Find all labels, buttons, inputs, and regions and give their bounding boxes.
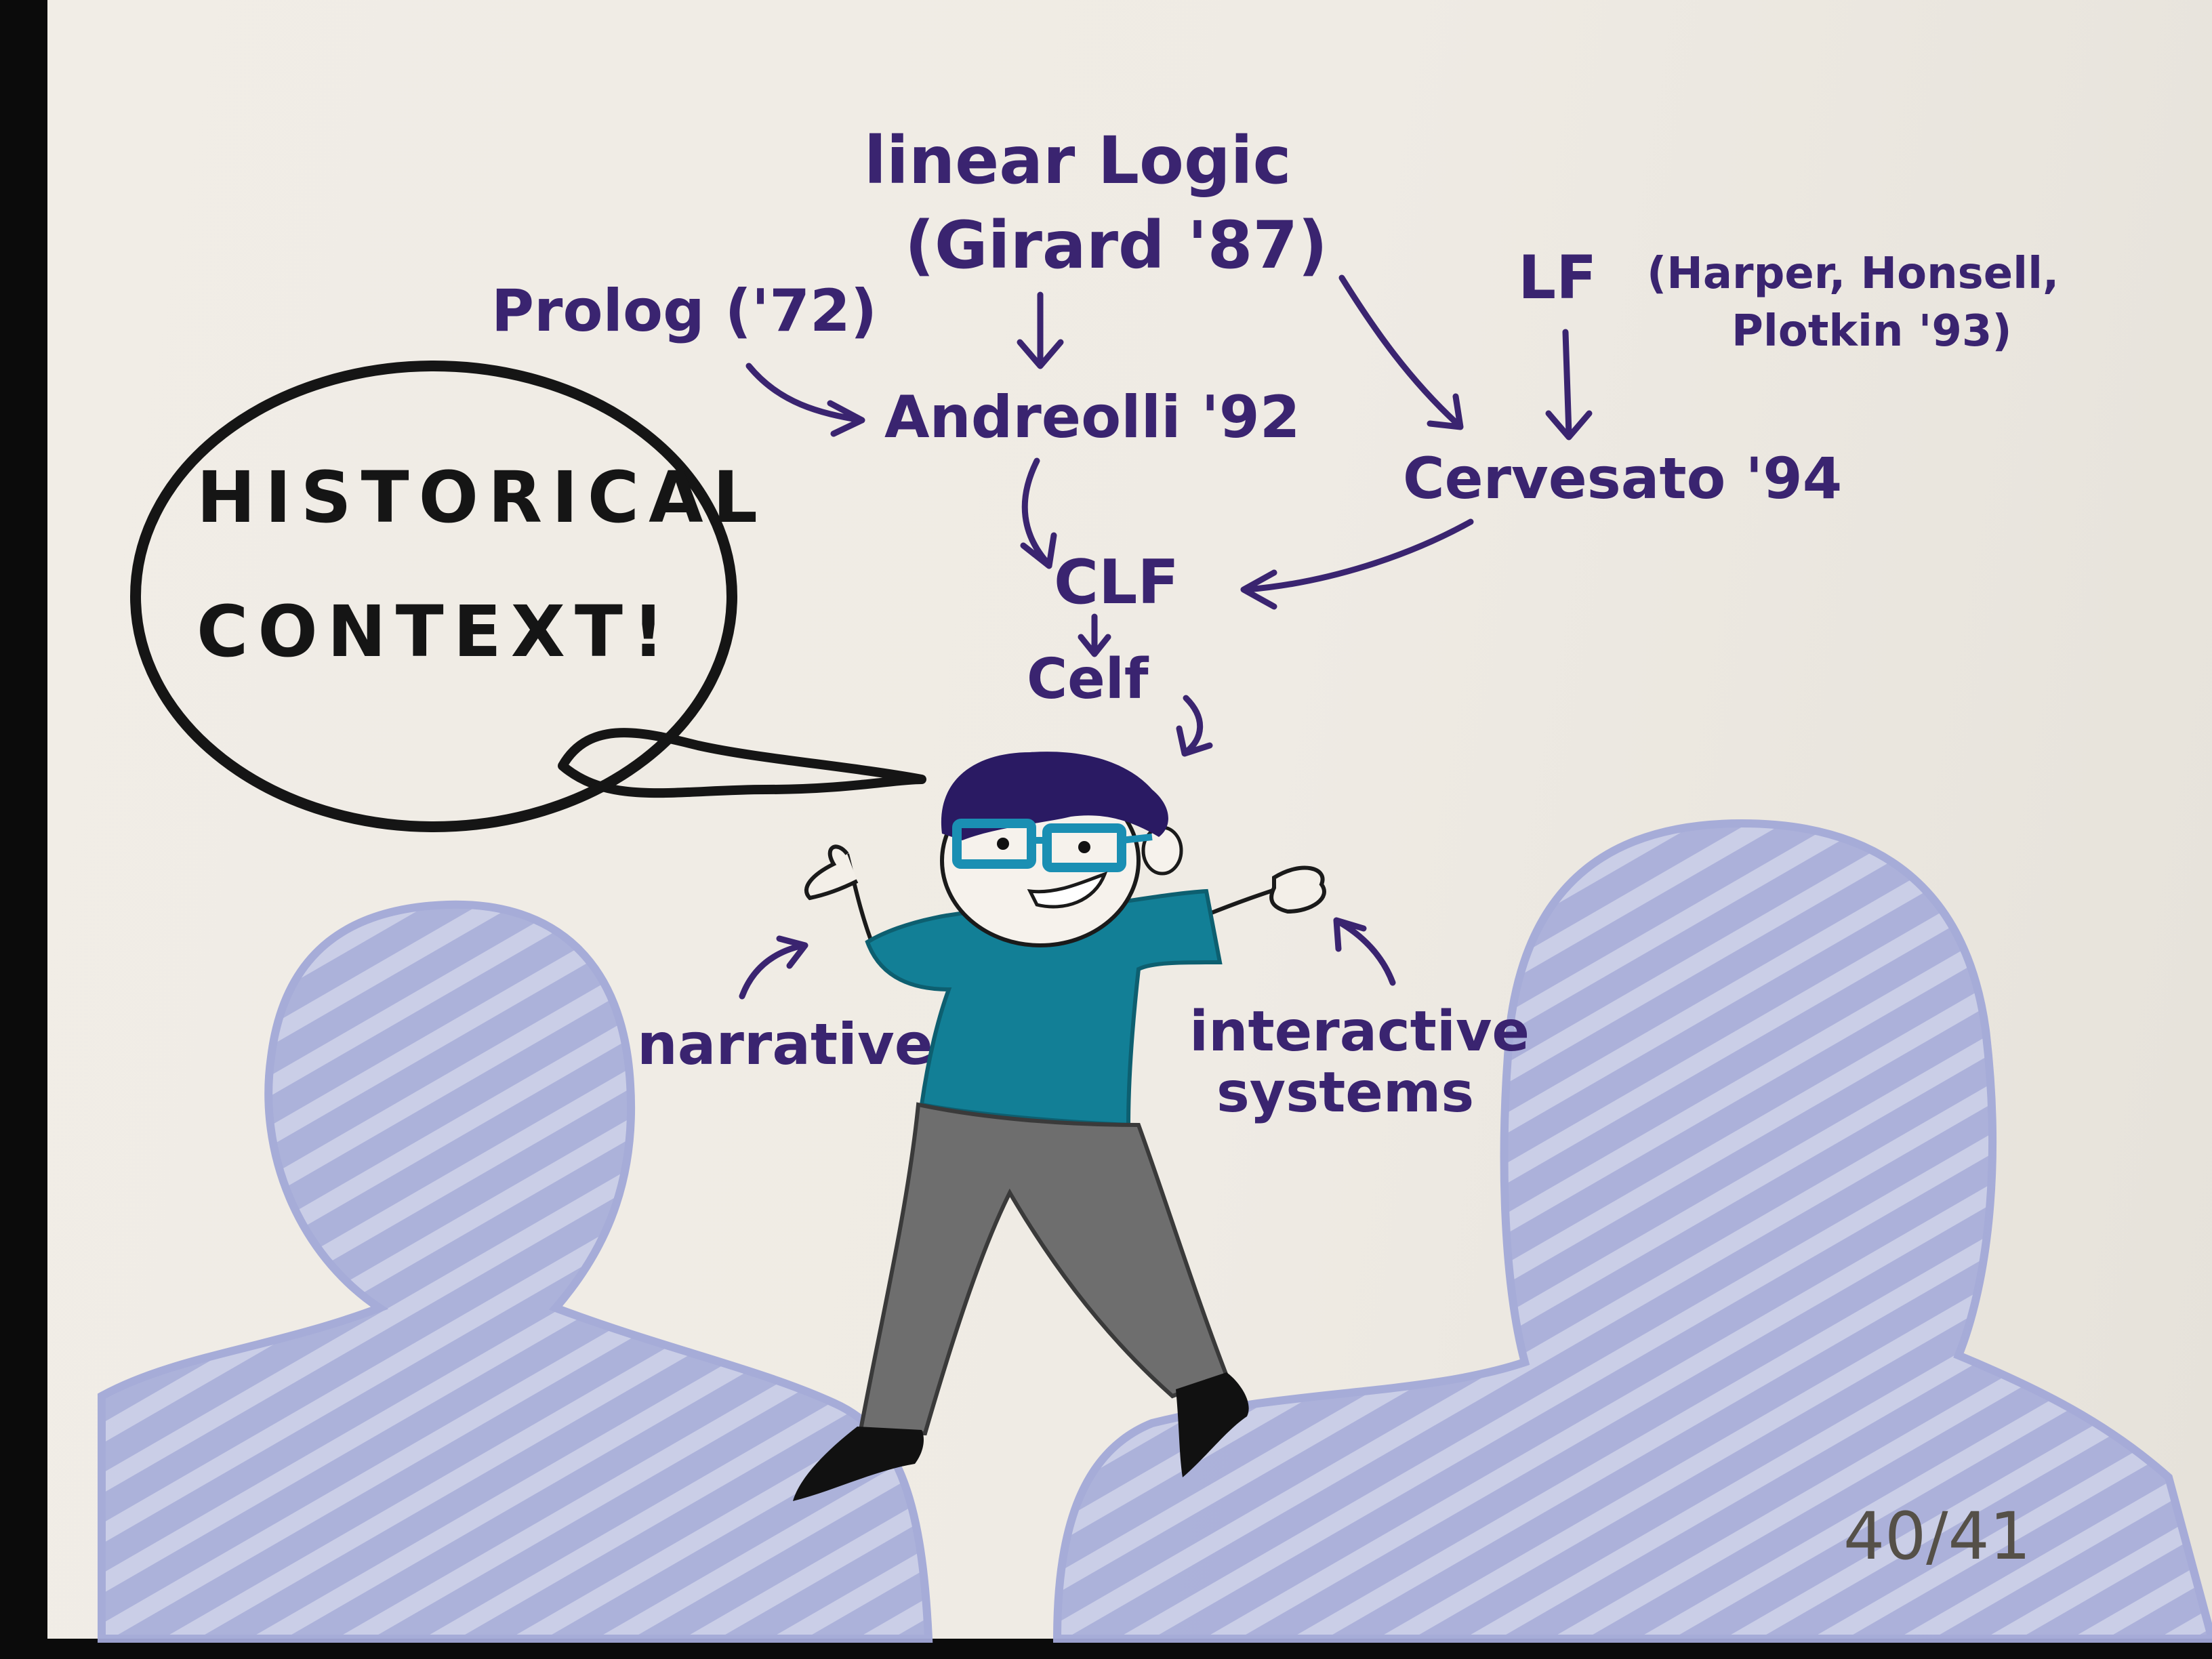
node-lf-authors-line1: (Harper, Honsell, xyxy=(1647,249,2059,299)
arrow-narrative xyxy=(739,935,808,1000)
arrow-girard-to-andreolli xyxy=(1017,291,1064,369)
node-prolog: Prolog ('72) xyxy=(491,277,877,345)
arrow-andreolli-to-clf xyxy=(1020,457,1057,569)
arrow-cervesato-to-clf xyxy=(1240,518,1474,610)
label-interactive: interactive xyxy=(1189,1000,1530,1064)
speech-bubble: HISTORICAL CONTEXT! xyxy=(130,361,926,832)
node-linear-logic: linear Logic xyxy=(864,123,1291,199)
node-clf: CLF xyxy=(1054,547,1179,618)
bubble-text-line2: CONTEXT! xyxy=(197,590,674,673)
node-celf: Celf xyxy=(1027,647,1149,712)
diagram-canvas: HISTORICAL CONTEXT! linear Logic (Girard… xyxy=(98,123,2212,1643)
arrow-lf-to-cervesato xyxy=(1545,329,1593,441)
bubble-text-line1: HISTORICAL xyxy=(197,456,767,539)
arrow-prolog-to-andreolli xyxy=(745,363,865,437)
node-girard: (Girard '87) xyxy=(905,207,1328,283)
node-lf: LF xyxy=(1518,243,1597,312)
node-cervesato: Cervesato '94 xyxy=(1403,445,1842,512)
arrow-girard-to-cervesato xyxy=(1338,274,1464,430)
page-number: 40/41 xyxy=(1843,1498,2031,1574)
label-narrative: narrative xyxy=(637,1011,933,1078)
node-lf-authors-line2: Plotkin '93) xyxy=(1732,306,2012,356)
node-andreolli: Andreolli '92 xyxy=(884,384,1300,451)
label-systems: systems xyxy=(1216,1061,1474,1125)
audience-right-silhouette xyxy=(1052,819,2212,1643)
cartoon-person xyxy=(793,752,1326,1501)
arrow-celf-to-person xyxy=(1176,695,1213,757)
arrow-interactive-systems xyxy=(1333,917,1396,986)
